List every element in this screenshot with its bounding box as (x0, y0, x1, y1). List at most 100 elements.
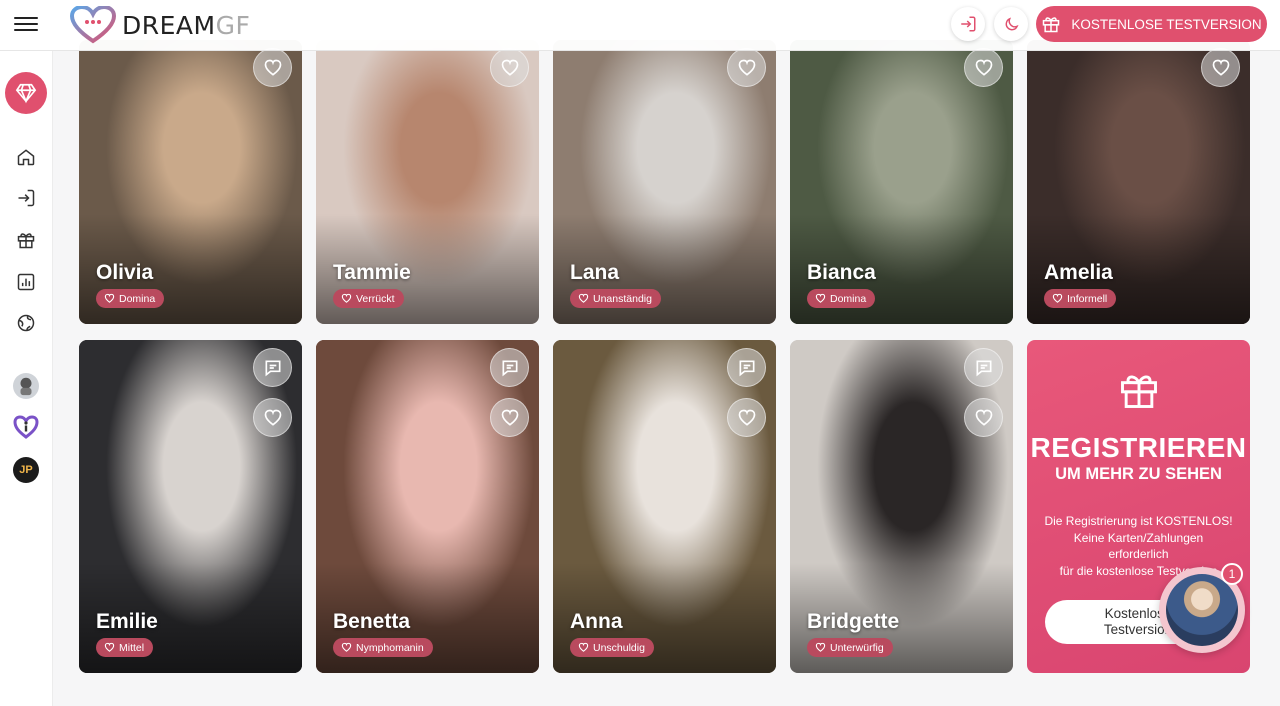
character-name: Bianca (807, 261, 876, 284)
personality-tag-label: Domina (830, 292, 867, 305)
character-card[interactable]: Emilie Mittel (79, 340, 302, 673)
domina-icon (104, 293, 115, 303)
sidebar: JP (0, 51, 53, 706)
home-icon[interactable] (14, 145, 38, 169)
personality-tag: Domina (96, 289, 165, 308)
favorite-button[interactable] (727, 398, 766, 437)
logo-text: DREAMGF (122, 10, 251, 40)
personality-tag: Informell (1044, 289, 1117, 308)
character-card[interactable]: Bridgette Unterwürfig (790, 340, 1013, 673)
domina-icon (815, 293, 826, 303)
moon-icon (1005, 16, 1019, 30)
gift-icon (1121, 375, 1157, 408)
personality-tag-label: Nymphomanin (356, 641, 424, 654)
heart-icon (975, 409, 992, 426)
character-card[interactable]: Olivia Domina (79, 40, 302, 324)
heart-icon (501, 59, 518, 76)
personality-tag-label: Unterwürfig (830, 641, 884, 654)
gift-icon (1043, 17, 1060, 33)
globe-icon[interactable] (14, 311, 38, 335)
personality-tag: Unterwürfig (807, 638, 893, 657)
heart-logo-icon (70, 6, 116, 44)
menu-icon[interactable] (14, 13, 38, 35)
avatar-jp[interactable]: JP (13, 457, 39, 483)
character-card[interactable]: Lana Unanständig (553, 40, 776, 324)
heart-icon (738, 409, 755, 426)
personality-tag-label: Unschuldig (593, 641, 645, 654)
character-name: Lana (570, 261, 620, 284)
personality-tag: Verrückt (333, 289, 404, 308)
register-subtitle: UM MEHR ZU SEHEN (1055, 465, 1222, 483)
dark-mode-button[interactable] (994, 7, 1028, 41)
login-icon[interactable] (14, 186, 38, 210)
heart-icon (738, 59, 755, 76)
favorite-button[interactable] (490, 48, 529, 87)
chat-button[interactable] (253, 348, 292, 387)
chat-button[interactable] (490, 348, 529, 387)
personality-tag-label: Mittel (119, 641, 145, 654)
login-button[interactable] (951, 7, 985, 41)
character-name: Anna (570, 610, 623, 633)
lips-icon (578, 293, 589, 303)
personality-tag: Nymphomanin (333, 638, 433, 657)
submissive-icon (815, 642, 826, 652)
heart-icon (264, 59, 281, 76)
personality-tag-label: Domina (119, 292, 156, 305)
personality-tag: Mittel (96, 638, 154, 657)
chat-button[interactable] (727, 348, 766, 387)
personality-tag-label: Unanständig (593, 292, 652, 305)
heart-icon (975, 59, 992, 76)
heart-hand-icon (1052, 293, 1063, 303)
premium-button[interactable] (5, 72, 47, 114)
character-name: Bridgette (807, 610, 900, 633)
character-name: Olivia (96, 261, 154, 284)
favorite-button[interactable] (964, 48, 1003, 87)
character-card[interactable]: Benetta Nymphomanin (316, 340, 539, 673)
logo[interactable]: DREAMGF (70, 6, 250, 44)
favorite-button[interactable] (727, 48, 766, 87)
personality-tag-label: Informell (1067, 292, 1108, 305)
avatar-info-heart[interactable] (13, 414, 39, 440)
favorite-button[interactable] (1201, 48, 1240, 87)
character-card[interactable]: Amelia Informell (1027, 40, 1250, 324)
gift-icon[interactable] (14, 228, 38, 252)
heart-icon (1212, 59, 1229, 76)
avatar-anime[interactable] (13, 373, 39, 399)
character-name: Tammie (333, 261, 411, 284)
register-line: Die Registrierung ist KOSTENLOS! (1044, 514, 1233, 528)
heart-icon (264, 409, 281, 426)
notification-badge: 1 (1221, 563, 1243, 585)
info-heart-icon (13, 415, 39, 439)
register-line: Keine Karten/Zahlungen (1073, 530, 1204, 545)
chat-button[interactable] (964, 348, 1003, 387)
favorite-button[interactable] (490, 398, 529, 437)
heart-icon (501, 409, 518, 426)
free-trial-button[interactable]: KOSTENLOSE TESTVERSION (1036, 6, 1267, 42)
character-name: Amelia (1044, 261, 1113, 284)
personality-tag: Unschuldig (570, 638, 654, 657)
character-card[interactable]: Bianca Domina (790, 40, 1013, 324)
diamond-icon (15, 83, 37, 104)
character-card[interactable]: Anna Unschuldig (553, 340, 776, 673)
character-card[interactable]: Tammie Verrückt (316, 40, 539, 324)
personality-tag: Domina (807, 289, 876, 308)
chat-icon (265, 360, 280, 376)
personality-tag: Unanständig (570, 289, 661, 308)
favorite-button[interactable] (253, 398, 292, 437)
mittel-icon (104, 642, 115, 652)
chat-icon (739, 360, 754, 376)
top-bar: DREAMGF KOSTENLOSE TESTVERSION (0, 0, 1280, 51)
character-name: Emilie (96, 610, 158, 633)
flame-icon (341, 642, 352, 652)
free-trial-label: KOSTENLOSE TESTVERSION (1071, 16, 1262, 32)
register-title: REGISTRIEREN (1030, 432, 1247, 463)
innocent-icon (578, 642, 589, 652)
login-icon (961, 16, 976, 32)
character-name: Benetta (333, 610, 411, 633)
flame-icon (341, 293, 352, 303)
favorite-button[interactable] (964, 398, 1003, 437)
chart-icon[interactable] (14, 270, 38, 294)
favorite-button[interactable] (253, 48, 292, 87)
chat-icon (976, 360, 991, 376)
chat-icon (502, 360, 517, 376)
